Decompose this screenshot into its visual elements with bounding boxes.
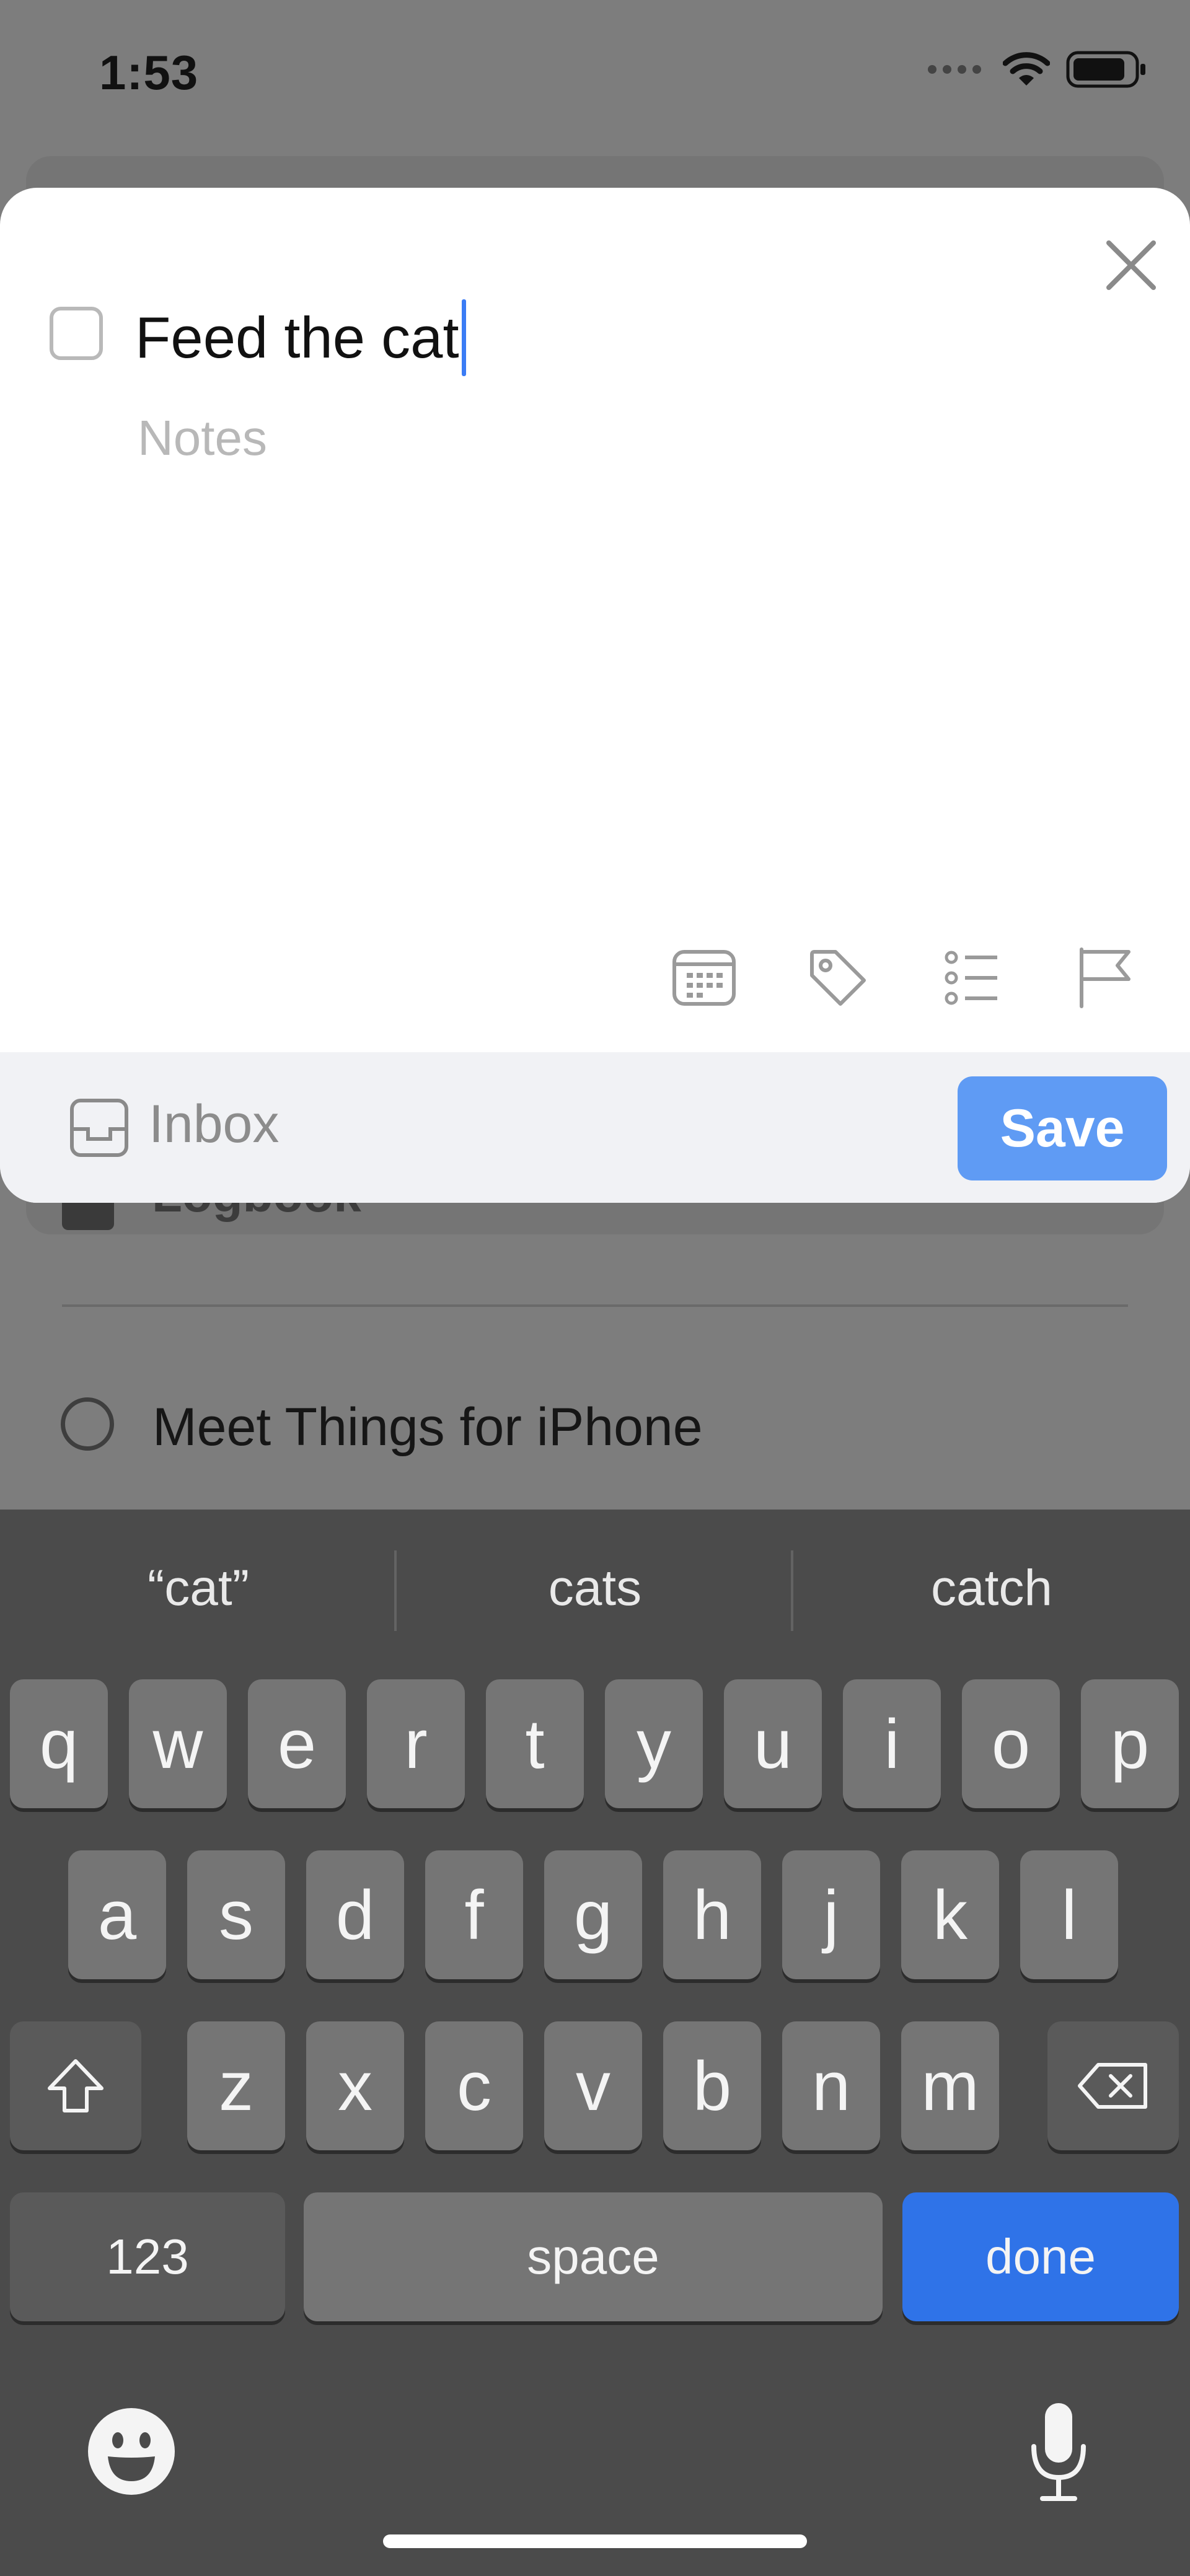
title-input[interactable]: Feed the cat [135, 299, 466, 376]
battery-icon [1066, 51, 1145, 88]
key-e[interactable]: e [248, 1679, 346, 1808]
space-key[interactable]: space [304, 2192, 883, 2321]
key-g[interactable]: g [544, 1850, 642, 1979]
inbox-icon[interactable] [69, 1098, 129, 1161]
status-icons [927, 51, 1147, 88]
key-m[interactable]: m [901, 2021, 999, 2150]
wifi-icon [1003, 52, 1050, 86]
screen: 1:53 Logbook Meet Things for iPhone [0, 0, 1190, 2576]
signal-icon [928, 65, 981, 74]
key-s[interactable]: s [187, 1850, 285, 1979]
suggestion-3[interactable]: catch [793, 1559, 1190, 1617]
key-a[interactable]: a [68, 1850, 166, 1979]
key-c[interactable]: c [425, 2021, 523, 2150]
title-text: Feed the cat [135, 305, 459, 370]
list-picker[interactable]: Inbox [149, 1094, 279, 1155]
numbers-key[interactable]: 123 [10, 2192, 285, 2321]
checklist-button[interactable] [935, 941, 1009, 1015]
key-i[interactable]: i [843, 1679, 941, 1808]
key-h[interactable]: h [663, 1850, 761, 1979]
deadline-button[interactable] [1067, 941, 1142, 1015]
calendar-icon [672, 950, 736, 1006]
keyboard: “cat” cats catch q w e r t y u i o p a s… [0, 1510, 1190, 2576]
key-f[interactable]: f [425, 1850, 523, 1979]
todo-checkbox[interactable] [50, 307, 103, 360]
key-b[interactable]: b [663, 2021, 761, 2150]
suggestion-2[interactable]: cats [397, 1559, 793, 1617]
flag-icon [1080, 947, 1130, 1008]
delete-key[interactable] [1047, 2021, 1179, 2150]
suggestion-1[interactable]: “cat” [0, 1559, 397, 1617]
new-todo-sheet: Feed the cat Notes Inbox Save [0, 188, 1190, 1203]
emoji-button[interactable] [87, 2407, 176, 2499]
key-n[interactable]: n [782, 2021, 880, 2150]
key-x[interactable]: x [306, 2021, 404, 2150]
key-y[interactable]: y [605, 1679, 703, 1808]
dictation-button[interactable] [1028, 2401, 1090, 2505]
checklist-icon [945, 951, 997, 1005]
shift-icon [48, 2059, 104, 2112]
shift-key[interactable] [10, 2021, 141, 2150]
key-d[interactable]: d [306, 1850, 404, 1979]
key-j[interactable]: j [782, 1850, 880, 1979]
done-key[interactable]: done [902, 2192, 1179, 2321]
key-l[interactable]: l [1020, 1850, 1118, 1979]
close-icon [1106, 240, 1156, 290]
key-w[interactable]: w [129, 1679, 227, 1808]
key-t[interactable]: t [486, 1679, 584, 1808]
key-r[interactable]: r [367, 1679, 465, 1808]
key-v[interactable]: v [544, 2021, 642, 2150]
home-indicator[interactable] [383, 2534, 807, 2548]
key-q[interactable]: q [10, 1679, 108, 1808]
backspace-icon [1078, 2063, 1147, 2109]
save-button[interactable]: Save [958, 1076, 1167, 1180]
key-k[interactable]: k [901, 1850, 999, 1979]
tags-button[interactable] [801, 941, 875, 1015]
emoji-icon [88, 2408, 175, 2495]
notes-field[interactable]: Notes [138, 410, 267, 467]
key-p[interactable]: p [1081, 1679, 1179, 1808]
text-caret [461, 299, 466, 376]
todo-checkbox[interactable] [61, 1397, 114, 1451]
todo-title[interactable]: Meet Things for iPhone [152, 1397, 703, 1458]
key-o[interactable]: o [962, 1679, 1060, 1808]
status-time: 1:53 [99, 45, 199, 100]
tag-icon [810, 950, 866, 1006]
microphone-icon [1031, 2403, 1086, 2501]
close-button[interactable] [1097, 231, 1165, 299]
key-u[interactable]: u [724, 1679, 822, 1808]
divider [62, 1304, 1128, 1307]
key-z[interactable]: z [187, 2021, 285, 2150]
when-button[interactable] [667, 941, 741, 1015]
